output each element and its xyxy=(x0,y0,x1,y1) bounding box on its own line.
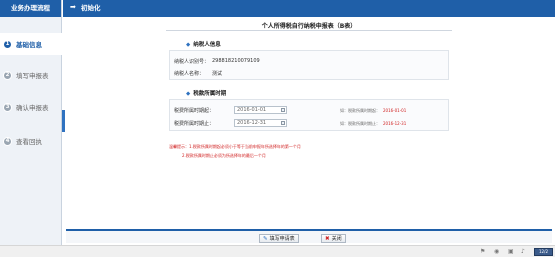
step-number-icon: 2 xyxy=(3,70,12,80)
pencil-icon: ✎ xyxy=(263,235,268,242)
tray-network-icon[interactable]: ⚑ xyxy=(480,248,485,255)
close-icon: ✖ xyxy=(325,235,330,242)
step-label: 填写申报表 xyxy=(16,72,49,80)
system-taskbar: ⚑ ◉ ▣ ♪ 12/2 xyxy=(0,245,555,257)
period-start-hint-label: 如：税款所属时期起： xyxy=(340,108,380,113)
header-bar: ➡ 初始化 xyxy=(63,0,555,17)
title-divider xyxy=(166,30,452,31)
taxpayer-info-box: 纳税人识别号： 298818210079109 纳税人名称： 测试 xyxy=(169,50,449,80)
tray-volume-icon[interactable]: ♪ xyxy=(521,248,525,255)
arrow-right-icon: ➡ xyxy=(70,3,76,11)
period-start-input[interactable]: 2016-01-01 xyxy=(234,106,287,114)
calendar-icon[interactable] xyxy=(281,121,285,125)
period-end-hint-label: 如：税款所属时期止： xyxy=(340,121,380,126)
fill-form-label: 填写申请表 xyxy=(269,236,295,242)
step-label: 查看回执 xyxy=(16,138,42,146)
close-button[interactable]: ✖ 关闭 xyxy=(321,234,346,243)
period-end-value: 2016-12-31 xyxy=(237,120,267,126)
taxpayer-section-heading: ◆ 纳税人信息 xyxy=(186,40,221,48)
period-start-hint-value: 2016-01-01 xyxy=(383,108,407,113)
tray-device-icon[interactable]: ▣ xyxy=(508,248,514,255)
tray-clock[interactable]: 12/2 xyxy=(534,248,553,256)
tray-app-icon[interactable]: ◉ xyxy=(494,248,499,255)
taxpayer-name-value: 测试 xyxy=(212,71,223,77)
period-box: 税费所属时期起： 2016-01-01 如：税款所属时期起： 2016-01-0… xyxy=(169,99,449,131)
step-number-icon: 1 xyxy=(3,39,12,49)
sidebar-step-confirm-form[interactable]: 3 确认申报表 xyxy=(0,96,62,118)
main-content: 个人所得税自行纳税申报表（B表） ◆ 纳税人信息 纳税人识别号： 29881821… xyxy=(66,17,552,241)
sidebar-step-fill-form[interactable]: 2 填写申报表 xyxy=(0,64,62,86)
step-label: 基础信息 xyxy=(16,41,42,49)
calendar-icon[interactable] xyxy=(281,108,285,112)
fill-form-button[interactable]: ✎ 填写申请表 xyxy=(259,234,299,243)
action-bar: ✎ 填写申请表 ✖ 关闭 xyxy=(66,229,552,243)
sidebar-step-basic-info[interactable]: 1 基础信息 xyxy=(0,33,62,55)
period-start-label: 税费所属时期起： xyxy=(174,108,215,114)
warning-line-1: 温馨提示：1.税款所属时期起必须小于等于当前申报年所选择年的第一个月 xyxy=(169,144,301,149)
period-end-label: 税费所属时期止： xyxy=(174,121,215,127)
period-end-input[interactable]: 2016-12-31 xyxy=(234,119,287,127)
taxpayer-id-value: 298818210079109 xyxy=(212,58,260,64)
page-title: 初始化 xyxy=(81,4,101,12)
sidebar-collapse-handle[interactable] xyxy=(62,110,65,132)
period-start-value: 2016-01-01 xyxy=(237,107,267,113)
process-sidebar: 业务办理流程 1 基础信息 2 填写申报表 3 确认申报表 4 查看回执 xyxy=(0,0,62,257)
section-heading-text: 纳税人信息 xyxy=(193,42,221,48)
period-end-hint-value: 2016-12-31 xyxy=(383,121,407,126)
bullet-icon: ◆ xyxy=(186,42,191,48)
taxpayer-id-label: 纳税人识别号： xyxy=(174,59,210,65)
step-label: 确认申报表 xyxy=(16,104,49,112)
taxpayer-name-label: 纳税人名称： xyxy=(174,71,205,77)
section-heading-text: 税款所属时期 xyxy=(193,91,227,97)
form-title: 个人所得税自行纳税申报表（B表） xyxy=(261,23,357,30)
sidebar-title: 业务办理流程 xyxy=(0,0,61,17)
step-number-icon: 3 xyxy=(3,102,12,112)
bullet-icon: ◆ xyxy=(186,91,191,97)
close-label: 关闭 xyxy=(331,236,342,242)
step-number-icon: 4 xyxy=(3,136,12,146)
warning-line-2: 2.税款所属时期止必须为所选择年的最后一个月 xyxy=(182,153,266,158)
period-section-heading: ◆ 税款所属时期 xyxy=(186,89,226,97)
sidebar-step-view-receipt[interactable]: 4 查看回执 xyxy=(0,130,62,152)
